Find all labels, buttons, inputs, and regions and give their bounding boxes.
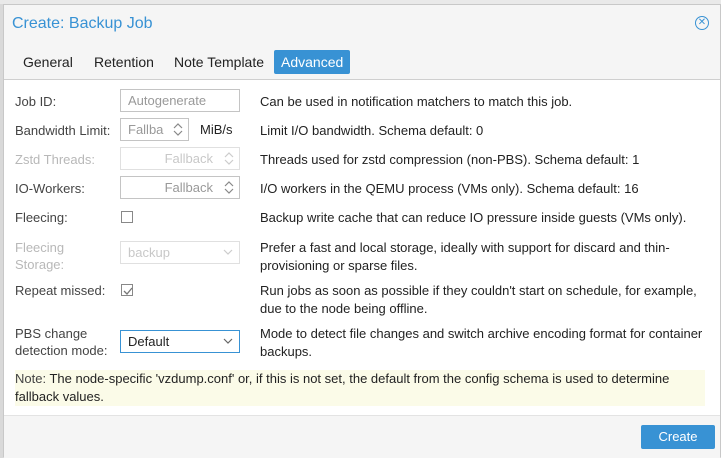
bandwidth-unit: MiB/s (200, 122, 233, 137)
pbs-mode-description: Mode to detect file changes and switch a… (260, 326, 703, 359)
chevron-down-icon (223, 249, 233, 255)
job-id-description: Can be used in notification matchers to … (260, 94, 573, 109)
job-id-placeholder: Autogenerate (128, 93, 207, 108)
bandwidth-input[interactable]: Fallba (120, 118, 189, 141)
fleecing-label: Fleecing: (15, 210, 68, 225)
repeat-missed-checkbox[interactable] (121, 284, 133, 296)
zstd-threads-input: Fallback (120, 147, 240, 170)
bandwidth-description: Limit I/O bandwidth. Schema default: 0 (260, 123, 484, 138)
repeat-missed-label: Repeat missed: (15, 283, 106, 298)
fleecing-description: Backup write cache that can reduce IO pr… (260, 210, 687, 225)
bandwidth-spinner-icon[interactable] (173, 122, 183, 137)
backup-job-dialog: Create: Backup Job ✕ General Retention N… (3, 4, 721, 458)
zstd-threads-value: Fallback (164, 151, 213, 166)
tab-note-template[interactable]: Note Template (167, 50, 271, 74)
fallback-note: Note: The node-specific 'vzdump.conf' or… (15, 370, 705, 406)
close-button[interactable]: ✕ (695, 16, 709, 30)
bandwidth-label: Bandwidth Limit: (15, 123, 111, 138)
tab-bar: General Retention Note Template Advanced (4, 43, 720, 80)
io-workers-input[interactable]: Fallback (120, 176, 240, 199)
note-text: The node-specific 'vzdump.conf' or, if t… (15, 371, 670, 404)
pbs-mode-value: Default (128, 334, 170, 349)
job-id-input[interactable]: Autogenerate (120, 89, 240, 112)
dialog-title: Create: Backup Job (12, 15, 153, 32)
note-label: Note: (15, 371, 47, 386)
pbs-mode-label-line1: PBS change (15, 326, 88, 341)
fleecing-storage-value: backup (128, 245, 170, 260)
zstd-spinner-icon (224, 152, 234, 165)
fleecing-checkbox[interactable] (121, 211, 133, 223)
io-workers-spinner-icon[interactable] (224, 180, 234, 195)
zstd-threads-description: Threads used for zstd compression (non-P… (260, 152, 640, 167)
repeat-missed-description: Run jobs as soon as possible if they cou… (260, 283, 697, 316)
tab-advanced[interactable]: Advanced (274, 50, 351, 74)
chevron-down-icon[interactable] (223, 337, 233, 345)
checkmark-icon (123, 287, 133, 295)
bandwidth-value: Fallba (128, 122, 164, 137)
fleecing-storage-label-line2: Storage: (15, 257, 65, 272)
pbs-mode-label-line2: detection mode: (15, 343, 108, 358)
create-button[interactable]: Create (641, 425, 715, 449)
job-id-label: Job ID: (15, 94, 57, 109)
close-icon: ✕ (697, 17, 707, 28)
io-workers-label: IO-Workers: (15, 181, 85, 196)
dialog-footer: Create (4, 415, 720, 458)
advanced-form: Job ID: Autogenerate Can be used in noti… (4, 80, 720, 415)
fleecing-storage-description: Prefer a fast and local storage, ideally… (260, 240, 670, 273)
io-workers-value: Fallback (164, 180, 213, 195)
tab-general[interactable]: General (16, 50, 80, 74)
io-workers-description: I/O workers in the QEMU process (VMs onl… (260, 181, 639, 196)
tab-retention[interactable]: Retention (87, 50, 161, 74)
fleecing-storage-select: backup (120, 241, 240, 264)
pbs-mode-select[interactable]: Default (120, 330, 240, 353)
dialog-titlebar: Create: Backup Job ✕ (4, 5, 720, 43)
zstd-threads-label: Zstd Threads: (15, 152, 95, 167)
fleecing-storage-label-line1: Fleecing (15, 240, 65, 255)
